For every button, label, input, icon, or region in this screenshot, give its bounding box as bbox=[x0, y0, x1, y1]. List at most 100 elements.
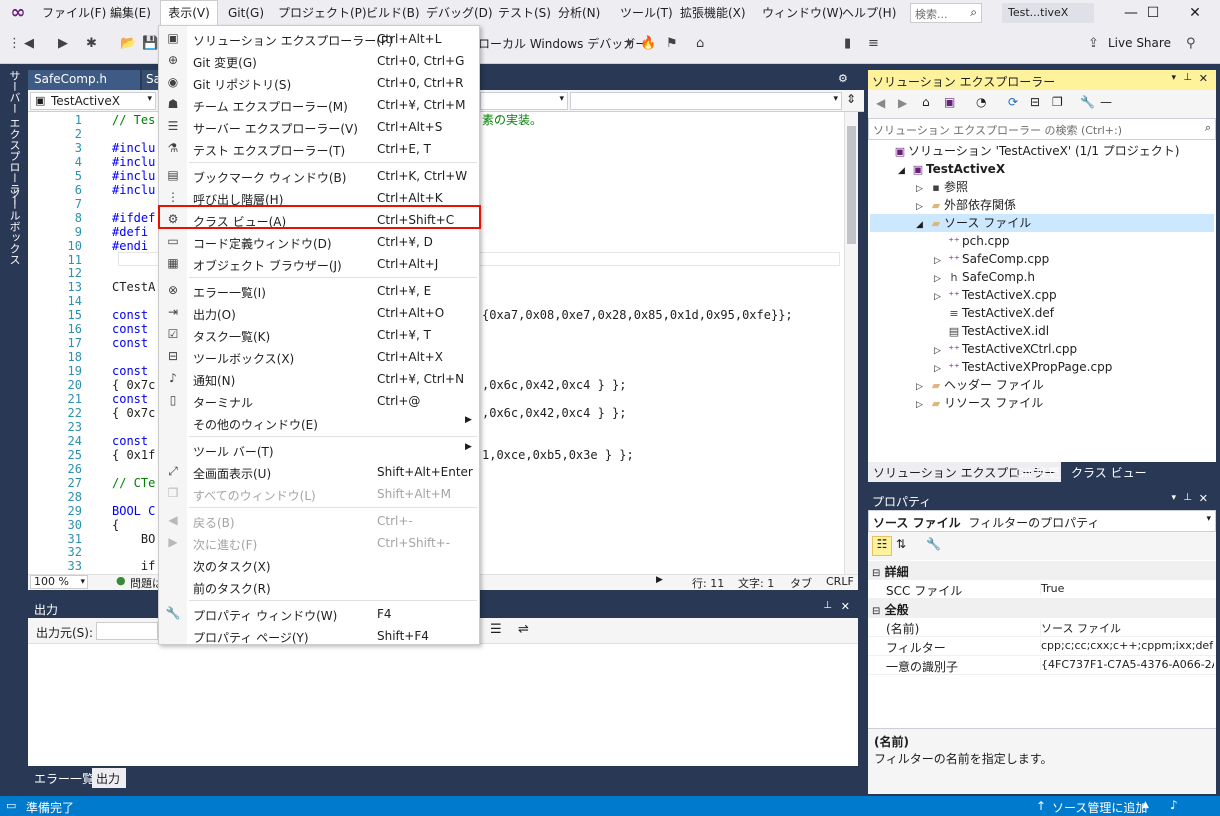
pin-icon[interactable]: ⊥ bbox=[1183, 492, 1192, 503]
feedback-icon[interactable]: ⚲ bbox=[1186, 36, 1196, 51]
type-scope-dropdown[interactable]: ▾ bbox=[480, 92, 568, 110]
zoom-dropdown[interactable]: 100 % ▾ bbox=[30, 575, 88, 589]
menu-build[interactable]: ビルド(B) bbox=[366, 4, 420, 22]
window-position-icon[interactable]: ▾ bbox=[1171, 493, 1176, 503]
menu-item[interactable]: ◉ Git リポジトリ(S) Ctrl+0, Ctrl+R bbox=[159, 72, 479, 94]
forward-icon[interactable]: ▶ bbox=[898, 96, 907, 110]
menu-item[interactable]: ▣ ソリューション エクスプローラー(P) Ctrl+Alt+L bbox=[159, 28, 479, 50]
menu-edit[interactable]: 編集(E) bbox=[110, 4, 151, 22]
menu-project[interactable]: プロジェクト(P) bbox=[278, 4, 367, 22]
sync-icon[interactable]: ⟳ bbox=[1008, 95, 1018, 109]
property-value[interactable]: {4FC737F1-C7A5-4376-A066-2A32 bbox=[1040, 658, 1214, 671]
menu-item[interactable]: ♪ 通知(N) Ctrl+¥, Ctrl+N bbox=[159, 368, 479, 390]
tree-node[interactable]: ▤ TestActiveX.idl bbox=[934, 322, 1049, 340]
tree-node[interactable]: ▷ ▰ 外部依存関係 bbox=[916, 196, 1016, 214]
home-icon[interactable]: ⌂ bbox=[922, 95, 930, 109]
menu-item[interactable]: ⤢ 全画面表示(U) Shift+Alt+Enter bbox=[159, 461, 479, 483]
categorized-view-icon[interactable]: ☷ bbox=[872, 536, 892, 556]
tree-node[interactable]: ▷ ⁺⁺ TestActiveX.cpp bbox=[934, 286, 1057, 304]
expand-toggle-icon[interactable]: ◢ bbox=[916, 216, 928, 234]
tree-node[interactable]: ⁺⁺ pch.cpp bbox=[934, 232, 1009, 250]
menu-help[interactable]: ヘルプ(H) bbox=[842, 4, 896, 22]
project-scope-dropdown[interactable]: ▣ TestActiveX ▾ bbox=[30, 92, 156, 110]
tab-git-changes[interactable]: Git 変更 bbox=[1010, 462, 1065, 482]
menu-item[interactable]: ▤ ブックマーク ウィンドウ(B) Ctrl+K, Ctrl+W bbox=[159, 165, 479, 187]
toggle-wrap-icon[interactable]: ⇌ bbox=[518, 622, 529, 637]
tree-node[interactable]: ▷ ▪ 参照 bbox=[916, 178, 968, 196]
expand-toggle-icon[interactable]: ▷ bbox=[916, 396, 928, 414]
pending-changes-filter-icon[interactable]: ◔ bbox=[976, 95, 986, 109]
server-explorer-tab[interactable]: サーバー エクスプローラー bbox=[6, 70, 22, 206]
new-project-icon[interactable]: ✱ bbox=[86, 36, 97, 51]
menu-item[interactable]: プロパティ ページ(Y) Shift+F4 bbox=[159, 625, 479, 647]
live-share-button[interactable]: Live Share bbox=[1108, 36, 1171, 50]
tree-node[interactable]: ▷ h SafeComp.h bbox=[934, 268, 1035, 286]
line-ending-indicator[interactable]: CRLF bbox=[826, 575, 854, 588]
properties-wrench-icon[interactable]: 🔧 bbox=[1080, 95, 1095, 109]
menu-tools[interactable]: ツール(T) bbox=[620, 4, 673, 22]
output-source-dropdown[interactable] bbox=[96, 622, 158, 640]
solution-explorer-search[interactable]: ソリューション エクスプローラー の検索 (Ctrl+:) ⌕ bbox=[868, 118, 1216, 140]
menu-file[interactable]: ファイル(F) bbox=[42, 4, 106, 22]
comment-icon[interactable]: ≡ bbox=[868, 36, 879, 51]
menu-item[interactable]: ⇥ 出力(O) Ctrl+Alt+O bbox=[159, 302, 479, 324]
menu-item[interactable]: その他のウィンドウ(E) ▶ bbox=[159, 412, 479, 434]
menu-item[interactable]: ツール バー(T) ▶ bbox=[159, 439, 479, 461]
chevron-up-icon[interactable]: ▲ bbox=[1142, 800, 1149, 810]
property-pages-wrench-icon[interactable]: 🔧 bbox=[926, 537, 941, 551]
menu-analyze[interactable]: 分析(N) bbox=[558, 4, 600, 22]
property-row-filter[interactable]: フィルター cpp;c;cc;cxx;c++;cppm;ixx;def;od bbox=[868, 637, 1216, 656]
word-wrap-icon[interactable]: ☰ bbox=[490, 622, 502, 637]
add-to-source-control-button[interactable]: ソース管理に追加 bbox=[1052, 799, 1147, 816]
menu-debug[interactable]: デバッグ(D) bbox=[426, 4, 493, 22]
column-indicator[interactable]: 文字: 1 bbox=[738, 575, 774, 591]
close-pane-icon[interactable]: ✕ bbox=[1199, 492, 1208, 505]
debugger-target-label[interactable]: ローカル Windows デバッガー bbox=[478, 35, 647, 52]
expand-toggle-icon[interactable]: ◢ bbox=[898, 162, 910, 180]
browser-link-icon[interactable]: ⌂ bbox=[696, 36, 704, 51]
collapse-all-icon[interactable]: ⊟ bbox=[1030, 95, 1040, 109]
property-value[interactable]: True bbox=[1040, 582, 1214, 595]
property-value[interactable]: ソース ファイル bbox=[1040, 620, 1214, 636]
split-window-icon[interactable]: ⇕ bbox=[846, 92, 856, 106]
menu-item[interactable]: ▭ コード定義ウィンドウ(D) Ctrl+¥, D bbox=[159, 231, 479, 253]
menu-item[interactable]: ☑ タスク一覧(K) Ctrl+¥, T bbox=[159, 324, 479, 346]
open-file-icon[interactable]: 📂 bbox=[120, 36, 136, 51]
tree-node[interactable]: ▷ ▰ リソース ファイル bbox=[916, 394, 1043, 412]
menu-item[interactable]: ☗ チーム エクスプローラー(M) Ctrl+¥, Ctrl+M bbox=[159, 94, 479, 116]
scroll-right-icon[interactable]: ▶ bbox=[656, 575, 663, 585]
collapse-icon[interactable]: ⊟ bbox=[872, 568, 880, 579]
property-row-name[interactable]: (名前) ソース ファイル bbox=[868, 618, 1216, 637]
document-tab-safecomp-h[interactable]: SafeComp.h bbox=[28, 70, 140, 90]
member-scope-dropdown[interactable]: ▾ bbox=[570, 92, 842, 110]
tree-node[interactable]: ◢ ▰ ソース ファイル bbox=[916, 214, 1031, 232]
menu-item[interactable]: ⊗ エラー一覧(I) Ctrl+¥, E bbox=[159, 280, 479, 302]
tree-node[interactable]: ▷ ⁺⁺ SafeComp.cpp bbox=[934, 250, 1049, 268]
menu-item[interactable]: 次のタスク(X) bbox=[159, 554, 479, 576]
bookmark-icon[interactable]: ▮ bbox=[844, 36, 851, 51]
scrollbar-thumb[interactable] bbox=[847, 126, 856, 244]
find-in-files-icon[interactable]: ⚑ bbox=[666, 36, 678, 51]
output-text-area[interactable] bbox=[28, 644, 858, 766]
property-value[interactable]: cpp;c;cc;cxx;c++;cppm;ixx;def;od bbox=[1040, 639, 1214, 652]
pin-icon[interactable]: ⊥ bbox=[1183, 72, 1192, 83]
property-category-details[interactable]: ⊟ 詳細 bbox=[868, 561, 1216, 580]
close-pane-icon[interactable]: ✕ bbox=[1199, 72, 1208, 85]
editor-vertical-scrollbar[interactable] bbox=[844, 112, 858, 574]
window-position-icon[interactable]: ▾ bbox=[1171, 73, 1176, 83]
maximize-icon[interactable]: ☐ bbox=[1136, 2, 1170, 24]
pin-icon[interactable]: ⊥ bbox=[823, 600, 832, 611]
back-icon[interactable]: ◀ bbox=[876, 96, 885, 110]
save-icon[interactable]: 💾 bbox=[142, 36, 158, 51]
menu-git[interactable]: Git(G) bbox=[228, 4, 264, 22]
menu-extensions[interactable]: 拡張機能(X) bbox=[680, 4, 746, 22]
menu-item[interactable]: ⚗ テスト エクスプローラー(T) Ctrl+E, T bbox=[159, 138, 479, 160]
collapse-icon[interactable]: ⊟ bbox=[872, 606, 880, 617]
property-category-general[interactable]: ⊟ 全般 bbox=[868, 599, 1216, 618]
menu-item[interactable]: ▦ オブジェクト ブラウザー(J) Ctrl+Alt+J bbox=[159, 253, 479, 275]
menu-item[interactable]: ☰ サーバー エクスプローラー(V) Ctrl+Alt+S bbox=[159, 116, 479, 138]
visual-studio-logo-icon[interactable]: ∞ bbox=[6, 2, 30, 24]
forward-nav-icon[interactable]: ▶ bbox=[58, 36, 68, 51]
property-row-scc[interactable]: SCC ファイル True bbox=[868, 580, 1216, 599]
switch-views-icon[interactable]: ▣ bbox=[944, 95, 955, 109]
